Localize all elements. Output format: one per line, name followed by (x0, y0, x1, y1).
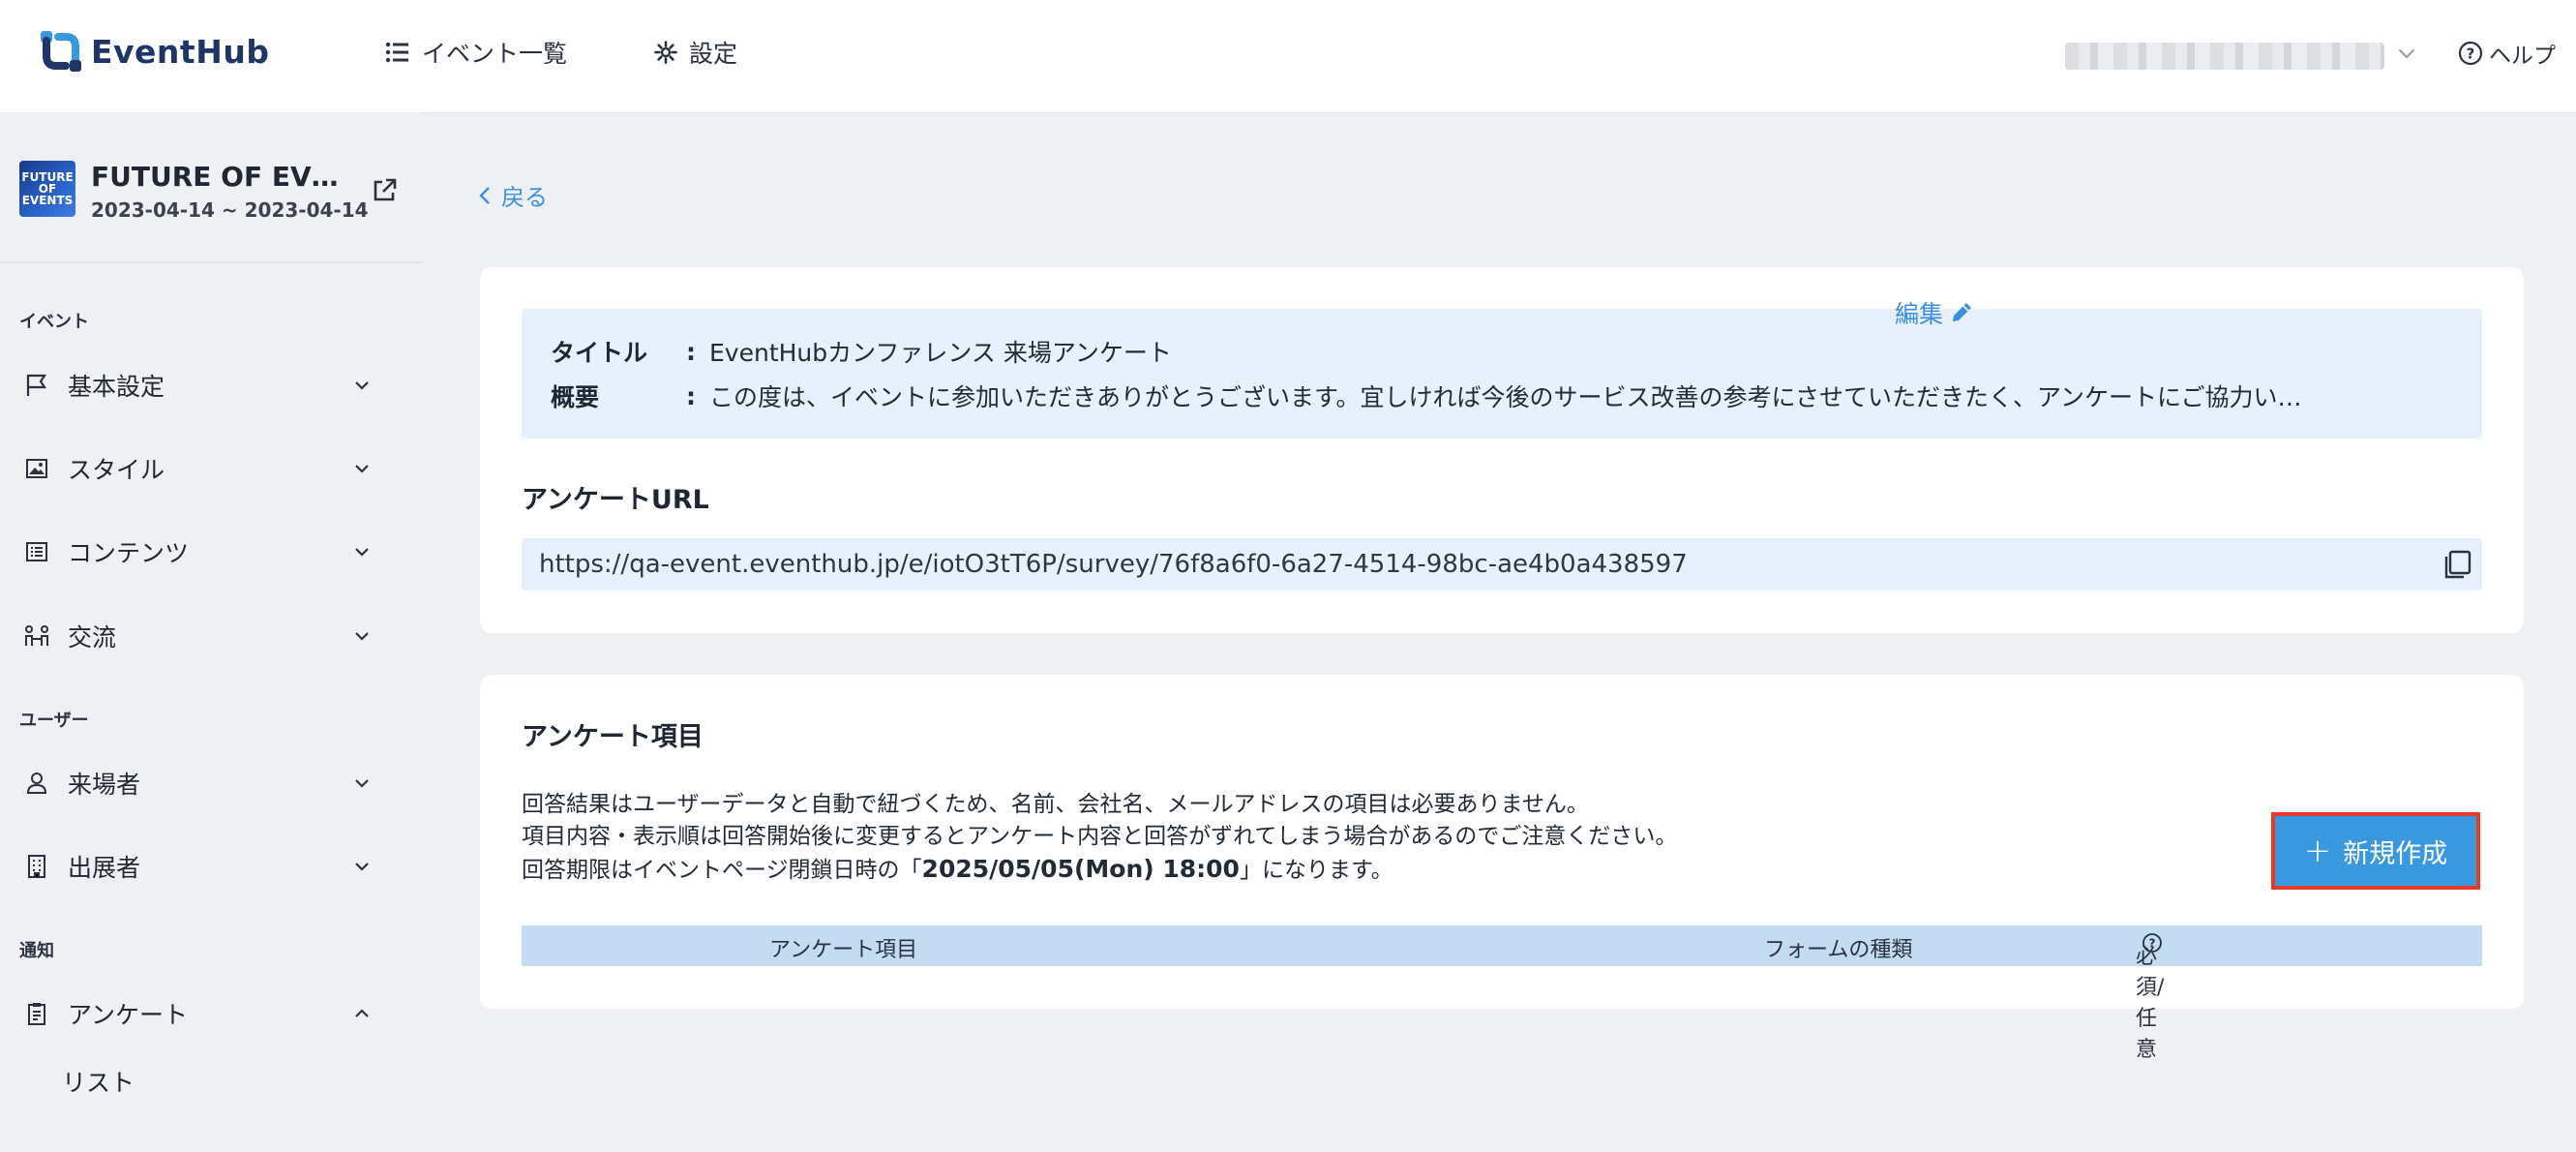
deadline-suffix: 」になります。 (1239, 858, 1393, 883)
chevron-down-icon (355, 381, 369, 390)
eventhub-logo-mark-icon (41, 31, 81, 72)
back-label: 戻る (501, 184, 548, 211)
sidebar-item-survey[interactable]: アンケート (23, 996, 372, 1031)
networking-icon (23, 624, 50, 648)
person-icon (23, 772, 50, 795)
sidebar-item-networking[interactable]: 交流 (23, 619, 372, 653)
external-link-icon[interactable] (370, 176, 399, 205)
chevron-down-icon (355, 863, 369, 871)
nav-settings-label: 設定 (689, 40, 738, 68)
event-thumbnail: FUTURE OF EVENTS (19, 161, 75, 217)
event-summary: FUTURE OF EVENTS FUTURE OF EVEN… 2023-04… (19, 161, 369, 222)
chevron-down-icon (355, 548, 369, 557)
building-icon (23, 854, 50, 879)
clipboard-icon (23, 1001, 50, 1026)
list-icon (385, 42, 408, 63)
description-line-1: 回答結果はユーザーデータと自動で紐づくため、名前、会社名、メールアドレスの項目は… (522, 792, 1589, 817)
column-header-required-label: 必須/任意 (2136, 945, 2165, 1062)
sidebar-item-label: 来場者 (68, 771, 141, 799)
app-header: EventHub イベント一覧 設定 ? ヘルプ (0, 0, 2576, 112)
image-icon (23, 458, 50, 479)
chevron-down-icon[interactable] (2396, 43, 2417, 64)
survey-url-field[interactable]: https://qa-event.eventhub.jp/e/iotO3tT6P… (522, 538, 2482, 591)
column-header-required: 必須/任意 ? (2136, 932, 2164, 1062)
survey-url-text: https://qa-event.eventhub.jp/e/iotO3tT6P… (539, 550, 1688, 579)
chevron-down-icon (355, 779, 369, 788)
deadline-value: 2025/05/05(Mon) 18:00 (921, 855, 1240, 883)
sidebar-item-label: 交流 (68, 623, 117, 652)
svg-text:?: ? (2467, 45, 2475, 63)
back-link[interactable]: 戻る (478, 178, 548, 212)
section-label-notify: 通知 (19, 941, 54, 961)
new-item-button[interactable]: + 新規作成 (2271, 812, 2480, 890)
sidebar-item-label: スタイル (68, 456, 165, 484)
event-dates: 2023-04-14 ~ 2023-04-14 (91, 198, 369, 222)
sidebar-subitem-list[interactable]: リスト (62, 1064, 135, 1099)
sidebar-item-label: アンケート (68, 1001, 189, 1029)
help-icon: ? (2458, 41, 2483, 66)
column-header-item: アンケート項目 (769, 938, 918, 962)
new-item-label: 新規作成 (2343, 838, 2448, 869)
deadline-prefix: 回答期限はイベントページ閉鎖日時の「 (522, 858, 922, 883)
survey-items-card: アンケート項目 回答結果はユーザーデータと自動で紐づくため、名前、会社名、メール… (480, 675, 2524, 1062)
sidebar: FUTURE OF EVENTS FUTURE OF EVEN… 2023-04… (0, 112, 422, 1152)
description-line-3: 回答期限はイベントページ閉鎖日時の「2025/05/05(Mon) 18:00」… (522, 853, 1677, 887)
flag-icon (23, 373, 50, 398)
nav-event-list[interactable]: イベント一覧 (385, 35, 567, 70)
survey-items-table-header: アンケート項目 フォームの種類 必須/任意 ? (522, 925, 2482, 1062)
nav-settings[interactable]: 設定 (654, 35, 737, 70)
survey-url-section: アンケートURL https://qa-event.eventhub.jp/e/… (480, 267, 2524, 633)
nav-event-list-label: イベント一覧 (422, 40, 568, 68)
chevron-down-icon (355, 465, 369, 473)
logo-text: EventHub (91, 32, 270, 71)
user-account-menu[interactable] (2065, 43, 2384, 70)
help-link[interactable]: ? ヘルプ (2458, 37, 2556, 70)
plus-icon: + (2303, 832, 2332, 870)
help-label: ヘルプ (2489, 44, 2556, 69)
survey-items-description: 回答結果はユーザーデータと自動で紐づくため、名前、会社名、メールアドレスの項目は… (522, 789, 1677, 887)
sidebar-item-label: 出展者 (68, 854, 141, 882)
column-header-form-type: フォームの種類 (1764, 938, 1913, 962)
chevron-up-icon (355, 1009, 369, 1017)
copy-icon[interactable] (2441, 549, 2472, 580)
chevron-left-icon (479, 186, 490, 204)
list-box-icon (23, 541, 50, 562)
sidebar-item-basic-settings[interactable]: 基本設定 (23, 368, 372, 403)
description-line-2: 項目内容・表示順は回答開始後に変更するとアンケート内容と回答がずれてしまう場合が… (522, 824, 1678, 849)
eventhub-logo[interactable]: EventHub (39, 27, 269, 76)
section-label-user: ユーザー (19, 711, 89, 731)
sidebar-item-contents[interactable]: コンテンツ (23, 534, 372, 569)
chevron-down-icon (355, 632, 369, 641)
sidebar-item-label: 基本設定 (68, 373, 165, 401)
survey-items-title: アンケート項目 (522, 722, 704, 752)
event-name: FUTURE OF EVEN… (91, 161, 352, 193)
sidebar-divider (0, 261, 422, 263)
sidebar-item-style[interactable]: スタイル (23, 451, 372, 486)
sidebar-item-attendees[interactable]: 来場者 (23, 766, 372, 801)
sidebar-item-label: コンテンツ (68, 539, 190, 567)
section-label-event: イベント (19, 312, 89, 332)
survey-url-title: アンケートURL (522, 485, 709, 515)
gear-icon (654, 41, 677, 64)
sidebar-item-exhibitors[interactable]: 出展者 (23, 849, 372, 884)
